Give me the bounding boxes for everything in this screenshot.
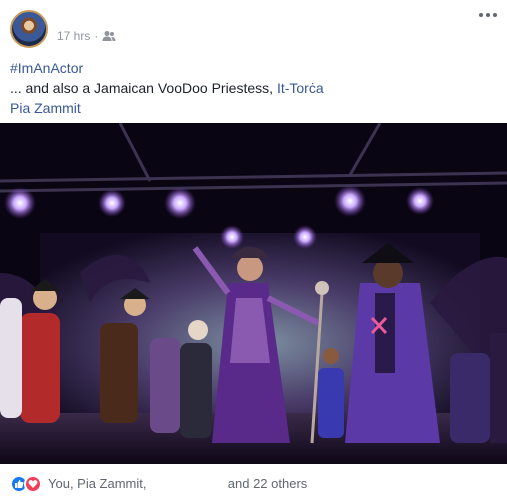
- redacted-name: [150, 478, 224, 492]
- more-options-icon[interactable]: [479, 10, 499, 20]
- post-timestamp[interactable]: 17 hrs: [57, 29, 90, 43]
- reaction-names-prefix: You, Pia Zammit,: [48, 476, 147, 492]
- photo-illustration: [0, 123, 507, 464]
- reactions-bar[interactable]: You, Pia Zammit, and 22 others: [0, 468, 507, 500]
- stage-performance-photo[interactable]: [0, 123, 507, 464]
- post-text: #ImAnActor ... and also a Jamaican VooDo…: [10, 58, 497, 118]
- tag-it-torca[interactable]: It-Torċa: [277, 80, 324, 96]
- reaction-names-suffix: and 22 others: [227, 476, 308, 492]
- tag-pia-zammit[interactable]: Pia Zammit: [10, 100, 81, 116]
- hashtag-link[interactable]: #ImAnActor: [10, 60, 83, 76]
- post-header: 17 hrs ·: [0, 0, 507, 60]
- love-icon: [24, 475, 42, 493]
- post-meta: 17 hrs ·: [57, 29, 116, 43]
- avatar[interactable]: [10, 10, 48, 48]
- post-body-text: ... and also a Jamaican VooDoo Priestess…: [10, 80, 277, 96]
- reaction-names[interactable]: You, Pia Zammit, and 22 others: [48, 476, 307, 492]
- friends-icon[interactable]: [102, 30, 116, 42]
- meta-separator: ·: [94, 29, 99, 43]
